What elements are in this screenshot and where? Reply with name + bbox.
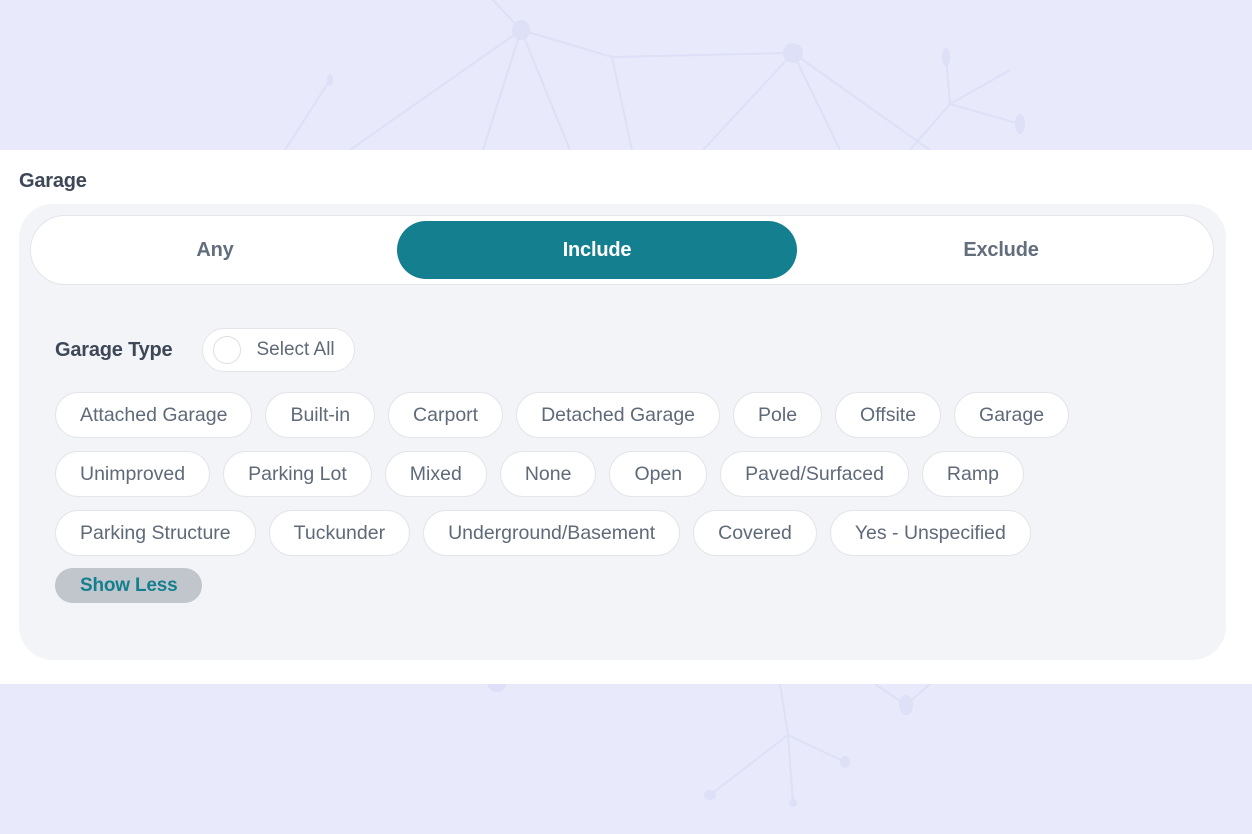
select-all-toggle[interactable]: Select All [202, 328, 355, 372]
chip-parking-lot[interactable]: Parking Lot [223, 451, 372, 497]
chip-open[interactable]: Open [609, 451, 708, 497]
chip-pole[interactable]: Pole [733, 392, 823, 438]
chip-ramp[interactable]: Ramp [921, 451, 1024, 497]
garage-filter-card: Any Include Exclude Garage Type Select A… [19, 204, 1226, 660]
chip-paved-surfaced[interactable]: Paved/Surfaced [720, 451, 909, 497]
mode-option-any[interactable]: Any [15, 221, 415, 279]
chip-mixed[interactable]: Mixed [384, 451, 487, 497]
chip-offsite[interactable]: Offsite [835, 392, 942, 438]
garage-type-chip-list: Attached Garage Built-in Carport Detache… [55, 392, 1195, 556]
chip-built-in[interactable]: Built-in [265, 392, 376, 438]
mode-option-include[interactable]: Include [397, 221, 797, 279]
chip-tuckunder[interactable]: Tuckunder [268, 510, 411, 556]
chip-attached-garage[interactable]: Attached Garage [55, 392, 253, 438]
chip-carport[interactable]: Carport [388, 392, 504, 438]
mode-segmented-control: Any Include Exclude [30, 215, 1214, 285]
chip-garage[interactable]: Garage [954, 392, 1070, 438]
garage-filter-panel: Garage Any Include Exclude Garage Type S… [0, 150, 1252, 684]
checkbox-circle-icon[interactable] [213, 336, 242, 364]
show-less-button[interactable]: Show Less [55, 568, 203, 603]
chip-covered[interactable]: Covered [693, 510, 817, 556]
chip-yes-unspecified[interactable]: Yes - Unspecified [829, 510, 1031, 556]
mode-option-exclude[interactable]: Exclude [801, 221, 1201, 279]
garage-type-label: Garage Type [55, 338, 173, 361]
chip-underground-basement[interactable]: Underground/Basement [423, 510, 681, 556]
select-all-label: Select All [256, 339, 335, 360]
chip-unimproved[interactable]: Unimproved [55, 451, 211, 497]
chip-detached-garage[interactable]: Detached Garage [516, 392, 721, 438]
garage-type-header: Garage Type Select All [55, 326, 355, 374]
chip-none[interactable]: None [499, 451, 597, 497]
chip-parking-structure[interactable]: Parking Structure [55, 510, 256, 556]
section-title: Garage [19, 170, 87, 192]
